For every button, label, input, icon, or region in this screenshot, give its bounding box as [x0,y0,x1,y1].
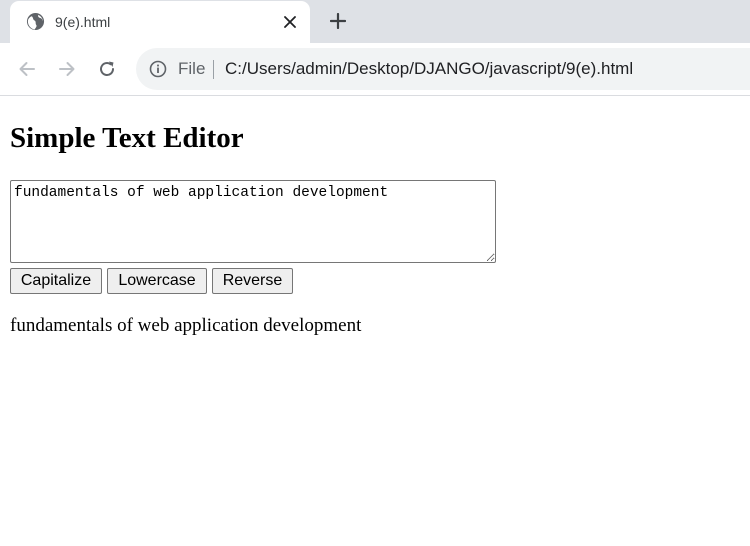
tab-title: 9(e).html [55,14,111,30]
info-icon[interactable] [149,60,167,78]
globe-icon [26,12,45,31]
lowercase-button[interactable]: Lowercase [107,268,207,294]
page-title: Simple Text Editor [10,122,244,154]
browser-tab[interactable]: 9(e).html [10,1,310,43]
browser-toolbar: File C:/Users/admin/Desktop/DJANGO/javas… [0,43,750,96]
close-icon[interactable] [280,12,300,32]
reload-icon[interactable] [95,57,119,81]
arrow-left-icon[interactable] [15,57,39,81]
arrow-right-icon[interactable] [55,57,79,81]
address-separator [213,60,214,79]
tab-strip: 9(e).html [0,0,750,43]
address-bar[interactable]: File C:/Users/admin/Desktop/DJANGO/javas… [136,48,750,90]
url-text[interactable]: C:/Users/admin/Desktop/DJANGO/javascript… [225,59,633,79]
text-editor-input[interactable]: fundamentals of web application developm… [10,180,496,263]
plus-icon[interactable] [326,9,350,33]
output-text: fundamentals of web application developm… [10,315,362,336]
capitalize-button[interactable]: Capitalize [10,268,102,294]
url-scheme-label: File [178,59,206,78]
reverse-button[interactable]: Reverse [212,268,293,294]
